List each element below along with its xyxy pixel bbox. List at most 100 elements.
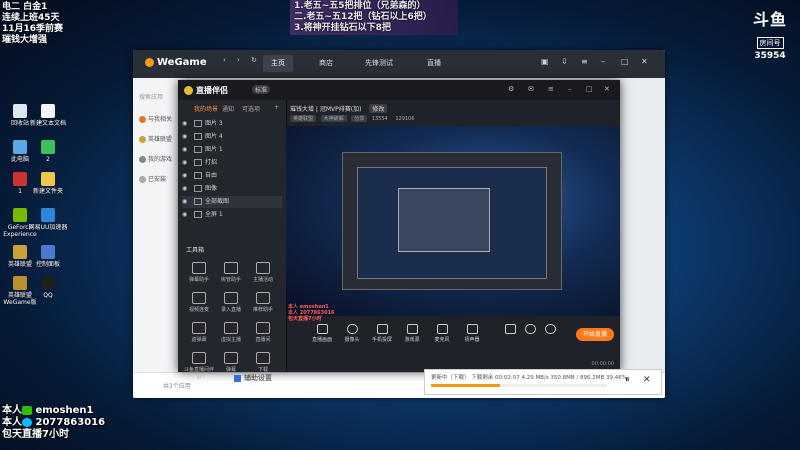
download-track [431,384,607,387]
assist-settings[interactable]: 辅助设置 [234,373,272,383]
desktop-icon-control-panel[interactable]: 控制面板 [28,245,68,268]
scene-item[interactable]: ◉ 打招 [182,157,282,169]
gamepad-icon[interactable]: ▣ [541,57,549,66]
phone-cast-button[interactable]: 手机投屏 [368,324,396,343]
pause-icon[interactable]: ⏸ [625,375,630,385]
live-companion-window: 直播伴侣 标准 ⚙ ✉ ≡ – □ ✕ 我的场景 通知 可选项 + ◉ 图片 3 … [178,80,620,380]
recycle-bin-icon [13,104,27,118]
desktop-icon-text-doc[interactable]: 新建文本文档 [28,104,68,127]
eye-icon[interactable]: ◉ [182,196,189,208]
eye-icon[interactable]: ◉ [182,157,189,169]
game-source-button[interactable]: 游戏源 [398,324,426,343]
app-icon [13,172,27,186]
tool-anchor-activity[interactable]: 主播活动 [248,262,278,283]
scene-item[interactable]: ◉ 全屏 1 [182,209,282,221]
sidebar-item-lol[interactable]: 英雄联盟 [139,134,172,143]
tool-virtual-danmu[interactable]: 虚弹幕 [184,322,214,343]
tool-recommend[interactable]: 推荐助手 [248,292,278,313]
tab-home[interactable]: 主页 [263,55,293,72]
stream-preview[interactable] [286,126,620,316]
microphone-button[interactable]: 麦克风 [428,324,456,343]
speaker-button[interactable]: 扬声器 [458,324,486,343]
tool-room-manager[interactable]: 房管助手 [216,262,246,283]
image-icon [194,185,202,192]
close-icon[interactable]: ✕ [643,375,651,385]
image-icon [194,211,202,218]
eye-icon[interactable]: ◉ [182,144,189,156]
microphone-icon [436,324,448,334]
image-icon [194,198,202,205]
screen-capture-button[interactable]: 直播画面 [308,324,336,343]
tab-store[interactable]: 商店 [311,55,341,72]
scene-item-selected[interactable]: ◉ 全部截图 [182,196,282,208]
lol-icon [13,245,27,259]
preview-nested-window-3 [398,188,490,252]
search-input[interactable]: 搜索应用 [139,92,163,101]
tab-notify[interactable]: 通知 [222,104,234,113]
share-pill[interactable]: 分享 [351,115,368,122]
tab-vanguard-test[interactable]: 先锋测试 [357,55,401,72]
minimize-icon[interactable]: – [568,85,572,93]
add-scene-icon[interactable]: + [274,104,279,111]
download-icon[interactable]: ⇩ [561,57,568,66]
message-icon[interactable]: ✉ [528,85,534,93]
category-pill[interactable]: 英雄联盟 [290,115,317,122]
phone-icon [376,324,388,334]
start-live-button[interactable]: 开始直播 [576,328,614,341]
scene-item[interactable]: ◉ 自由 [182,170,282,182]
tool-companion[interactable]: 斗鱼直播间伴侣 [184,352,214,380]
tab-my-scenes[interactable]: 我的场景 [194,104,218,113]
scene-item[interactable]: ◉ 图片 4 [182,131,282,143]
refresh-icon[interactable]: ↻ [251,56,257,64]
live-left-panel: 我的场景 通知 可选项 + ◉ 图片 3 ◉ 图片 4 ◉ 图片 1 ◉ 打招 ◉ 自由 … [178,100,287,380]
settings-gear-icon[interactable] [536,324,564,336]
document-icon [41,104,55,118]
eye-icon[interactable]: ◉ [182,131,189,143]
sidebar-item-installed[interactable]: 已安装 [139,174,166,183]
edit-room-button[interactable]: 修改 [369,104,388,113]
tool-record[interactable]: 录入直播 [216,292,246,313]
tag-pill[interactable]: 大神破解 [320,115,347,122]
wechat-icon [22,405,32,415]
scene-item[interactable]: ◉ 图像 [182,183,282,195]
maximize-icon[interactable]: □ [586,85,593,93]
eye-icon[interactable]: ◉ [182,170,189,182]
back-arrow-icon[interactable]: ‹ [223,56,226,64]
scene-item[interactable]: ◉ 图片 1 [182,144,282,156]
close-icon[interactable]: ✕ [604,85,610,93]
desktop-icon-new-folder[interactable]: 新建文件夹 [28,172,68,195]
desktop-icon-2[interactable]: 2 [28,140,68,163]
qq-line: 本人 2077863016 [2,417,106,428]
menu-icon[interactable]: ≡ [581,57,588,66]
minimize-icon[interactable]: – [601,57,605,66]
gamepad-icon [406,324,418,334]
sidebar-item-related[interactable]: 与我相关 [139,114,172,123]
tool-virtual-anchor[interactable]: 虚拟主播 [216,322,246,343]
close-icon[interactable]: ✕ [641,57,648,66]
forward-arrow-icon[interactable]: › [237,56,240,64]
tool-danmu-helper[interactable]: 弹幕助手 [184,262,214,283]
tool-video-link[interactable]: 视频连麦 [184,292,214,313]
eye-icon[interactable]: ◉ [182,209,189,221]
desktop-icon-uu[interactable]: 网易UU加速器 [28,208,68,231]
uu-accelerator-icon [41,208,55,222]
eye-icon[interactable]: ◉ [182,118,189,130]
sidebar-item-my-games[interactable]: 我的游戏 [139,154,172,163]
tool-danmu[interactable]: 弹幕 [216,352,246,373]
live-logo-icon [184,86,193,95]
tab-live[interactable]: 直播 [419,55,449,72]
tool-live-room[interactable]: 直播间 [248,322,278,343]
scene-item[interactable]: ◉ 图片 3 [182,118,282,130]
folder-icon [41,172,55,186]
menu-icon[interactable]: ≡ [548,85,554,93]
live-hours-line: 包天直播7小时 [2,429,69,440]
tab-options[interactable]: 可选项 [242,104,260,113]
camera-button[interactable]: 摄像头 [338,324,366,343]
download-fill [431,384,500,387]
eye-icon[interactable]: ◉ [182,183,189,195]
tool-download[interactable]: 下载 [248,352,278,373]
maximize-icon[interactable]: □ [621,57,629,66]
room-title: 璀钱大增 | 冠MVP排赛(加) [290,106,362,113]
desktop-icon-qq[interactable]: QQ [28,276,68,299]
settings-icon[interactable]: ⚙ [508,85,514,93]
